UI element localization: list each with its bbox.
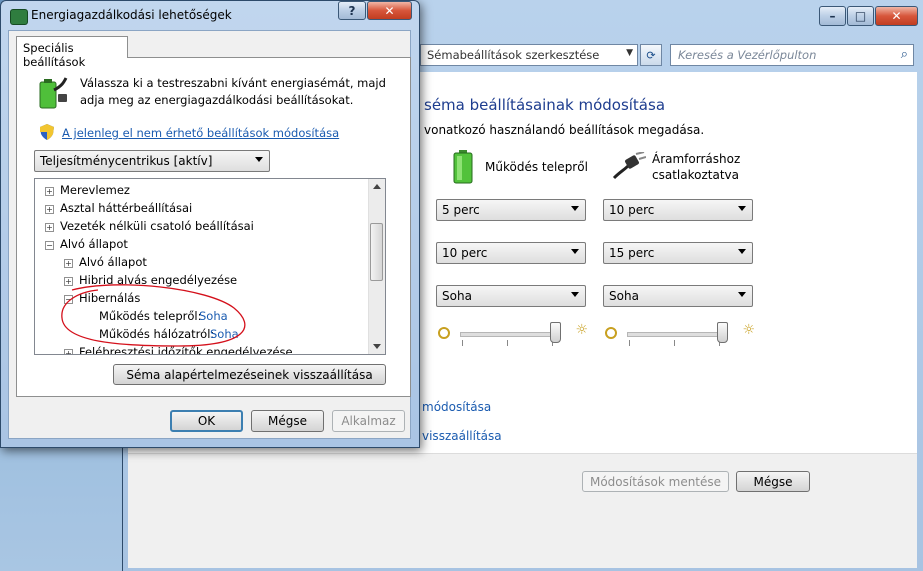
plugged-column-header-line1: Áramforráshoz — [652, 152, 741, 166]
brightness-high-icon: ☼ — [575, 322, 588, 338]
save-changes-button[interactable]: Módosítások mentése — [582, 471, 729, 492]
expand-icon[interactable]: + — [64, 259, 73, 268]
select-value: 10 perc — [609, 203, 655, 217]
apply-button[interactable]: Alkalmaz — [332, 410, 405, 432]
tree-item-label: Merevlemez — [60, 183, 130, 197]
tree-item-label: Vezeték nélküli csatoló beállításai — [60, 219, 254, 233]
dialog-title: Energiagazdálkodási lehetőségek — [31, 8, 232, 22]
search-input[interactable]: Keresés a Vezérlőpulton ⌕ — [670, 44, 914, 66]
chevron-down-icon — [255, 157, 263, 162]
slider-ticks — [462, 340, 560, 346]
chevron-down-icon[interactable]: ▼ — [626, 48, 633, 58]
select-value: 10 perc — [442, 246, 488, 260]
address-text: Sémabeállítások szerkesztése — [427, 48, 600, 62]
battery-plug-icon — [39, 77, 68, 109]
expand-icon[interactable]: + — [45, 205, 54, 214]
tab-advanced-settings[interactable]: Speciális beállítások — [16, 36, 128, 69]
select-value: 5 perc — [442, 203, 480, 217]
battery-column-header: Működés telepről — [485, 160, 588, 174]
brightness-plugged-slider[interactable]: ☼ — [605, 322, 757, 346]
restore-defaults-link[interactable]: visszaállítása — [422, 429, 502, 443]
chevron-down-icon — [738, 206, 746, 211]
ok-button[interactable]: OK — [170, 410, 243, 432]
search-placeholder: Keresés a Vezérlőpulton — [678, 48, 817, 62]
hibernate-plugged-select[interactable]: Soha — [603, 285, 753, 307]
maximize-button[interactable]: □ — [847, 6, 874, 26]
address-bar[interactable]: Sémabeállítások szerkesztése ▼ — [420, 44, 638, 66]
scroll-up-icon[interactable] — [373, 184, 381, 189]
brightness-battery-slider[interactable]: ☼ — [438, 322, 590, 346]
change-unavailable-settings-link[interactable]: A jelenleg el nem érhető beállítások mód… — [62, 126, 339, 140]
intro-text: Válassza ki a testreszabni kívánt energi… — [80, 76, 386, 107]
advanced-settings-link[interactable]: módosítása — [422, 400, 491, 414]
chevron-down-icon — [738, 292, 746, 297]
collapse-icon[interactable]: − — [45, 241, 54, 250]
window-caption-buttons: – □ ✕ — [818, 6, 918, 26]
brightness-low-icon — [605, 327, 617, 339]
scrollbar-thumb[interactable] — [370, 223, 383, 281]
plug-icon — [612, 152, 646, 180]
page-title: séma beállításainak módosítása — [424, 96, 666, 114]
refresh-icon[interactable]: ⟳ — [640, 44, 662, 66]
expand-icon[interactable]: + — [45, 187, 54, 196]
tree-item-label: Alvó állapot — [60, 237, 128, 251]
sleep-plugged-select[interactable]: 15 perc — [603, 242, 753, 264]
select-value: Teljesítménycentrikus [aktív] — [40, 154, 213, 168]
slider-track — [460, 332, 560, 337]
cancel-button[interactable]: Mégse — [736, 471, 810, 492]
chevron-down-icon — [571, 206, 579, 211]
display-off-battery-select[interactable]: 5 perc — [436, 199, 586, 221]
plugged-column-header-line2: csatlakoztatva — [652, 168, 739, 182]
hibernate-battery-select[interactable]: Soha — [436, 285, 586, 307]
tree-item-label: Alvó állapot — [79, 255, 147, 269]
chevron-down-icon — [571, 249, 579, 254]
select-value: Soha — [442, 289, 472, 303]
uac-shield-icon — [40, 124, 54, 140]
tree-item-label: Asztal háttérbeállításai — [60, 201, 193, 215]
search-icon[interactable]: ⌕ — [901, 47, 908, 62]
select-value: Soha — [609, 289, 639, 303]
scroll-down-icon[interactable] — [373, 344, 381, 349]
page-subtitle: vonatkozó használandó beállítások megadá… — [424, 123, 705, 137]
dialog-cancel-button[interactable]: Mégse — [251, 410, 324, 432]
slider-ticks — [629, 340, 727, 346]
slider-track — [627, 332, 727, 337]
dialog-close-button[interactable]: ✕ — [367, 1, 412, 20]
chevron-down-icon — [738, 249, 746, 254]
sleep-battery-select[interactable]: 10 perc — [436, 242, 586, 264]
minimize-button[interactable]: – — [819, 6, 846, 26]
expand-icon[interactable]: + — [64, 349, 73, 354]
expand-icon[interactable]: + — [45, 223, 54, 232]
help-button[interactable]: ? — [338, 1, 366, 20]
restore-scheme-defaults-button[interactable]: Séma alapértelmezéseinek visszaállítása — [113, 364, 386, 385]
select-value: 15 perc — [609, 246, 655, 260]
chevron-down-icon — [571, 292, 579, 297]
tree-scrollbar[interactable] — [368, 179, 385, 354]
slider-thumb[interactable] — [717, 322, 728, 343]
battery-icon — [453, 150, 473, 184]
close-button[interactable]: ✕ — [875, 6, 918, 26]
power-scheme-select[interactable]: Teljesítménycentrikus [aktív] — [34, 150, 270, 172]
slider-thumb[interactable] — [550, 322, 561, 343]
display-off-plugged-select[interactable]: 10 perc — [603, 199, 753, 221]
brightness-high-icon: ☼ — [742, 322, 755, 338]
brightness-low-icon — [438, 327, 450, 339]
annotation-circle — [61, 284, 246, 347]
power-options-icon — [10, 9, 28, 25]
